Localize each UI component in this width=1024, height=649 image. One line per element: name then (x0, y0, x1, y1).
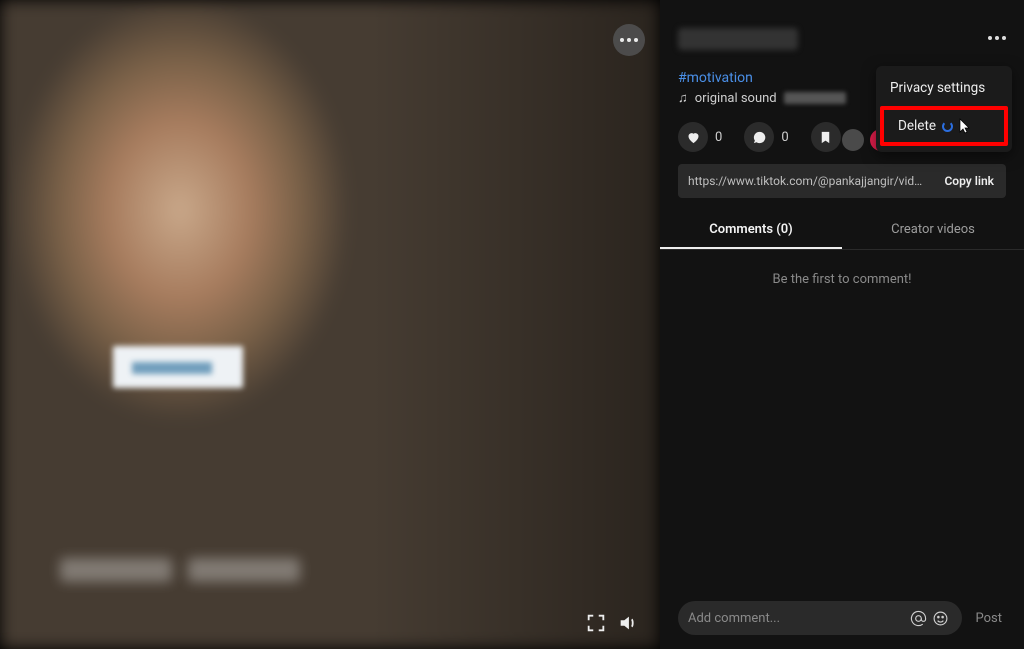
tabs-row: Comments (0) Creator videos (660, 212, 1024, 250)
empty-comments-text: Be the first to comment! (660, 250, 1024, 309)
video-more-button[interactable] (613, 24, 645, 56)
comment-button[interactable]: 0 (744, 122, 788, 152)
like-button[interactable]: 0 (678, 122, 722, 152)
emoji-icon[interactable] (930, 607, 952, 629)
options-menu: Privacy settings Delete (876, 66, 1012, 152)
video-edge-shade (370, 0, 660, 649)
menu-delete-label: Delete (898, 118, 936, 134)
video-lowerthird-left (60, 558, 172, 582)
mention-icon[interactable] (908, 607, 930, 629)
share-url[interactable]: https://www.tiktok.com/@pankajjangir/vid… (678, 174, 932, 188)
menu-delete[interactable]: Delete (880, 106, 1008, 146)
comment-icon (744, 122, 774, 152)
sound-author-blur (784, 92, 846, 104)
comment-count: 0 (781, 130, 788, 145)
panel-spacer (660, 309, 1024, 589)
heart-icon (678, 122, 708, 152)
video-caption-text (132, 362, 212, 374)
share-embed-icon[interactable] (842, 129, 864, 151)
expand-icon[interactable] (583, 610, 609, 636)
share-url-row: https://www.tiktok.com/@pankajjangir/vid… (678, 164, 1006, 198)
author-handle[interactable] (678, 28, 798, 50)
sound-label: original sound (695, 91, 777, 106)
copy-link-button[interactable]: Copy link (932, 174, 1006, 188)
cursor-icon (959, 118, 971, 134)
comment-placeholder: Add comment... (688, 611, 908, 626)
tab-creator-videos[interactable]: Creator videos (842, 212, 1024, 249)
details-more-button[interactable] (988, 36, 1006, 40)
comment-composer: Add comment... Post (678, 601, 1006, 635)
bookmark-icon (811, 122, 841, 152)
loading-spinner-icon (942, 121, 953, 132)
menu-privacy-settings[interactable]: Privacy settings (876, 72, 1012, 104)
volume-icon[interactable] (615, 610, 641, 636)
details-panel: #motivation ♫ original sound 0 0 0 (660, 0, 1024, 649)
tab-comments[interactable]: Comments (0) (660, 212, 842, 249)
like-count: 0 (715, 130, 722, 145)
video-lowerthird-right (188, 558, 300, 582)
comment-input[interactable]: Add comment... (678, 601, 962, 635)
post-button[interactable]: Post (972, 611, 1007, 626)
details-header (660, 0, 1024, 56)
music-note-icon: ♫ (678, 90, 688, 106)
